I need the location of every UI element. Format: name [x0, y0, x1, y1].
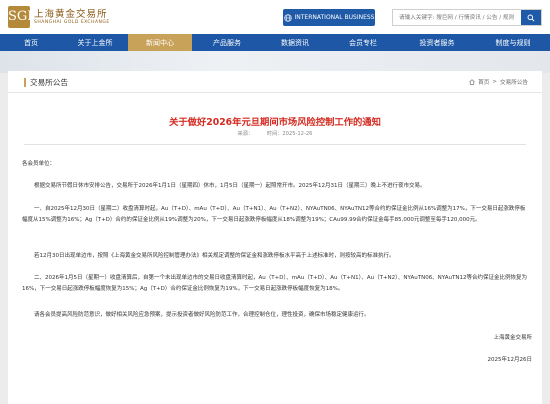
- section-title-bar: [24, 78, 26, 87]
- nav-item-members[interactable]: 会员专栏: [328, 34, 398, 51]
- nav-item-home[interactable]: 首页: [0, 34, 62, 51]
- main-nav: 首页 关于上金所 新闻中心 产品服务 数据资讯 会员专栏 投资者服务 制度与规则: [0, 34, 550, 51]
- site-logo[interactable]: SGE 上海黄金交易所 SHANGHAI GOLD EXCHANGE: [8, 6, 110, 28]
- article-meta: 来源： 时间：2025-12-26: [8, 130, 542, 137]
- article-greeting: 各会员单位：: [22, 161, 56, 167]
- nav-item-rules[interactable]: 制度与规则: [476, 34, 550, 51]
- banner-strip: [0, 51, 550, 73]
- international-business-label: INTERNATIONAL BUSINESS: [294, 14, 375, 21]
- breadcrumb: 首页 > 交易所公告: [469, 78, 528, 86]
- article-paragraph-4: 二、2026年1月5日（星期一）收盘清算后，自第一个未出现单边市的交易日收盘清算…: [22, 275, 527, 292]
- article-paragraph-5: 请各会员提高风险防范意识，做好相关风险应急预案，提示投资者做好风险防范工作，合理…: [34, 312, 370, 318]
- nav-item-products[interactable]: 产品服务: [192, 34, 262, 51]
- article-paragraph-2: 一、自2025年12月30日（星期二）收盘清算时起，Au（T+D）、mAu（T+…: [22, 206, 526, 223]
- international-business-button[interactable]: INTERNATIONAL BUSINESS: [283, 9, 375, 26]
- breadcrumb-separator: >: [492, 79, 498, 85]
- breadcrumb-home-link[interactable]: 首页: [478, 78, 489, 86]
- article-title: 关于做好2026年元旦期间市场风险控制工作的通知: [169, 117, 381, 128]
- logo-text: 上海黄金交易所 SHANGHAI GOLD EXCHANGE: [34, 9, 110, 26]
- search-button[interactable]: [521, 10, 541, 25]
- nav-item-investors[interactable]: 投资者服务: [398, 34, 476, 51]
- article-source: 来源：: [237, 131, 254, 137]
- nav-item-news[interactable]: 新闻中心: [128, 34, 192, 51]
- search-input[interactable]: [393, 10, 521, 25]
- logo-cn-text: 上海黄金交易所: [34, 8, 108, 20]
- search-box: [392, 9, 542, 26]
- article-paragraph-3: 若12月30日出现单边市，按照《上海黄金交易所风险控制管理办法》相关规定调整的保…: [34, 253, 395, 259]
- top-header: SGE 上海黄金交易所 SHANGHAI GOLD EXCHANGE INTER…: [0, 0, 550, 34]
- content-panel: 交易所公告 首页 > 交易所公告 关于做好2026年元旦期间市场风险控制工作的通…: [8, 71, 542, 404]
- section-title-text: 交易所公告: [30, 78, 68, 87]
- search-icon: [527, 14, 535, 22]
- article-paragraph-1: 根据交易所节假日休市安排公告，交易所于2026年1月1日（星期四）休市，1月5日…: [34, 183, 426, 189]
- nav-item-data[interactable]: 数据资讯: [262, 34, 328, 51]
- nav-item-about[interactable]: 关于上金所: [62, 34, 128, 51]
- section-header: 交易所公告 首页 > 交易所公告: [8, 71, 542, 93]
- breadcrumb-current[interactable]: 交易所公告: [500, 78, 528, 86]
- section-title: 交易所公告: [24, 77, 68, 88]
- logo-en-text: SHANGHAI GOLD EXCHANGE: [34, 19, 110, 25]
- title-divider: [24, 144, 526, 145]
- globe-icon: [283, 13, 292, 22]
- home-icon: [469, 79, 475, 85]
- article-date: 时间：2025-12-26: [266, 131, 313, 137]
- article-sign-date: 2025年12月26日: [487, 357, 533, 363]
- logo-mark-icon: SGE: [8, 6, 37, 28]
- article-signature: 上海黄金交易所: [493, 335, 532, 341]
